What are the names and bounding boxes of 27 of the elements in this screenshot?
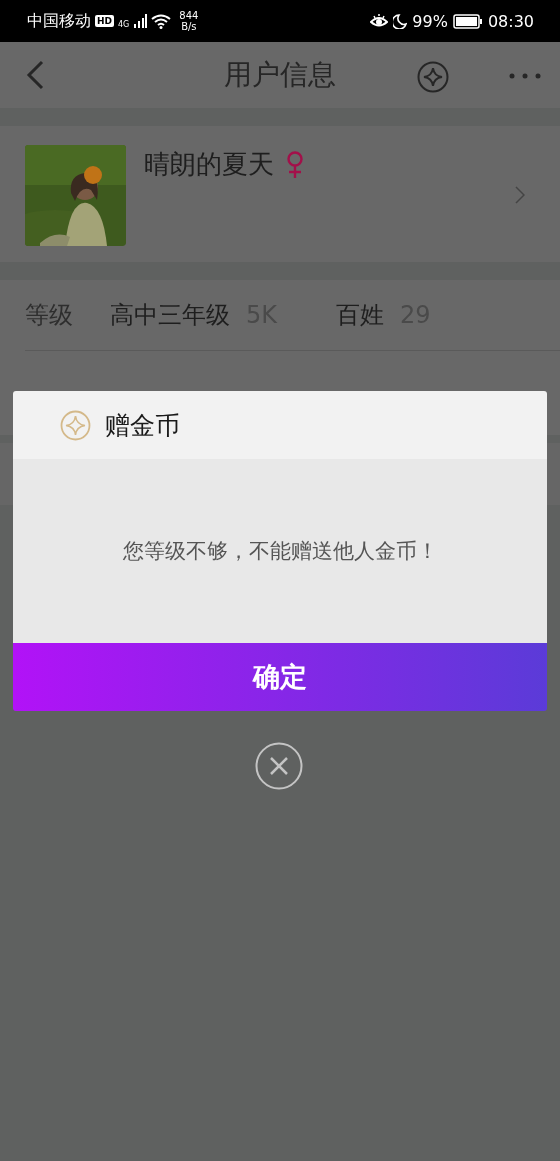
wifi-icon [151, 13, 172, 29]
confirm-button[interactable]: 确定 [13, 643, 547, 711]
female-icon [286, 150, 304, 179]
carrier-name: 中国移动 [27, 10, 91, 32]
moon-icon [393, 13, 408, 29]
hd-badge: HD [95, 15, 114, 27]
more-icon[interactable] [509, 73, 541, 79]
dialog-message: 您等级不够，不能赠送他人金币！ [122, 538, 438, 565]
signal-icon [133, 14, 148, 28]
coin-icon [60, 409, 91, 441]
dialog-title: 赠金币 [105, 409, 180, 442]
battery-icon [452, 13, 483, 29]
battery-percent: 99% [412, 11, 448, 31]
network-type: 4G [118, 20, 130, 29]
speed-unit: B/s [181, 21, 197, 32]
stat-name: 百姓 [336, 300, 384, 331]
user-name: 晴朗的夏天 [144, 148, 274, 181]
row-label: 等级 [25, 300, 74, 331]
chevron-right-icon [515, 186, 525, 204]
back-icon[interactable] [26, 60, 44, 90]
coin-icon[interactable] [417, 61, 449, 93]
eye-icon [370, 14, 389, 28]
clock-time: 08:30 [487, 11, 534, 31]
speed-value: 844 [179, 10, 199, 21]
stat-name: 高中三年级 [110, 300, 230, 331]
close-icon[interactable] [255, 742, 303, 790]
page-title: 用户信息 [224, 57, 336, 93]
